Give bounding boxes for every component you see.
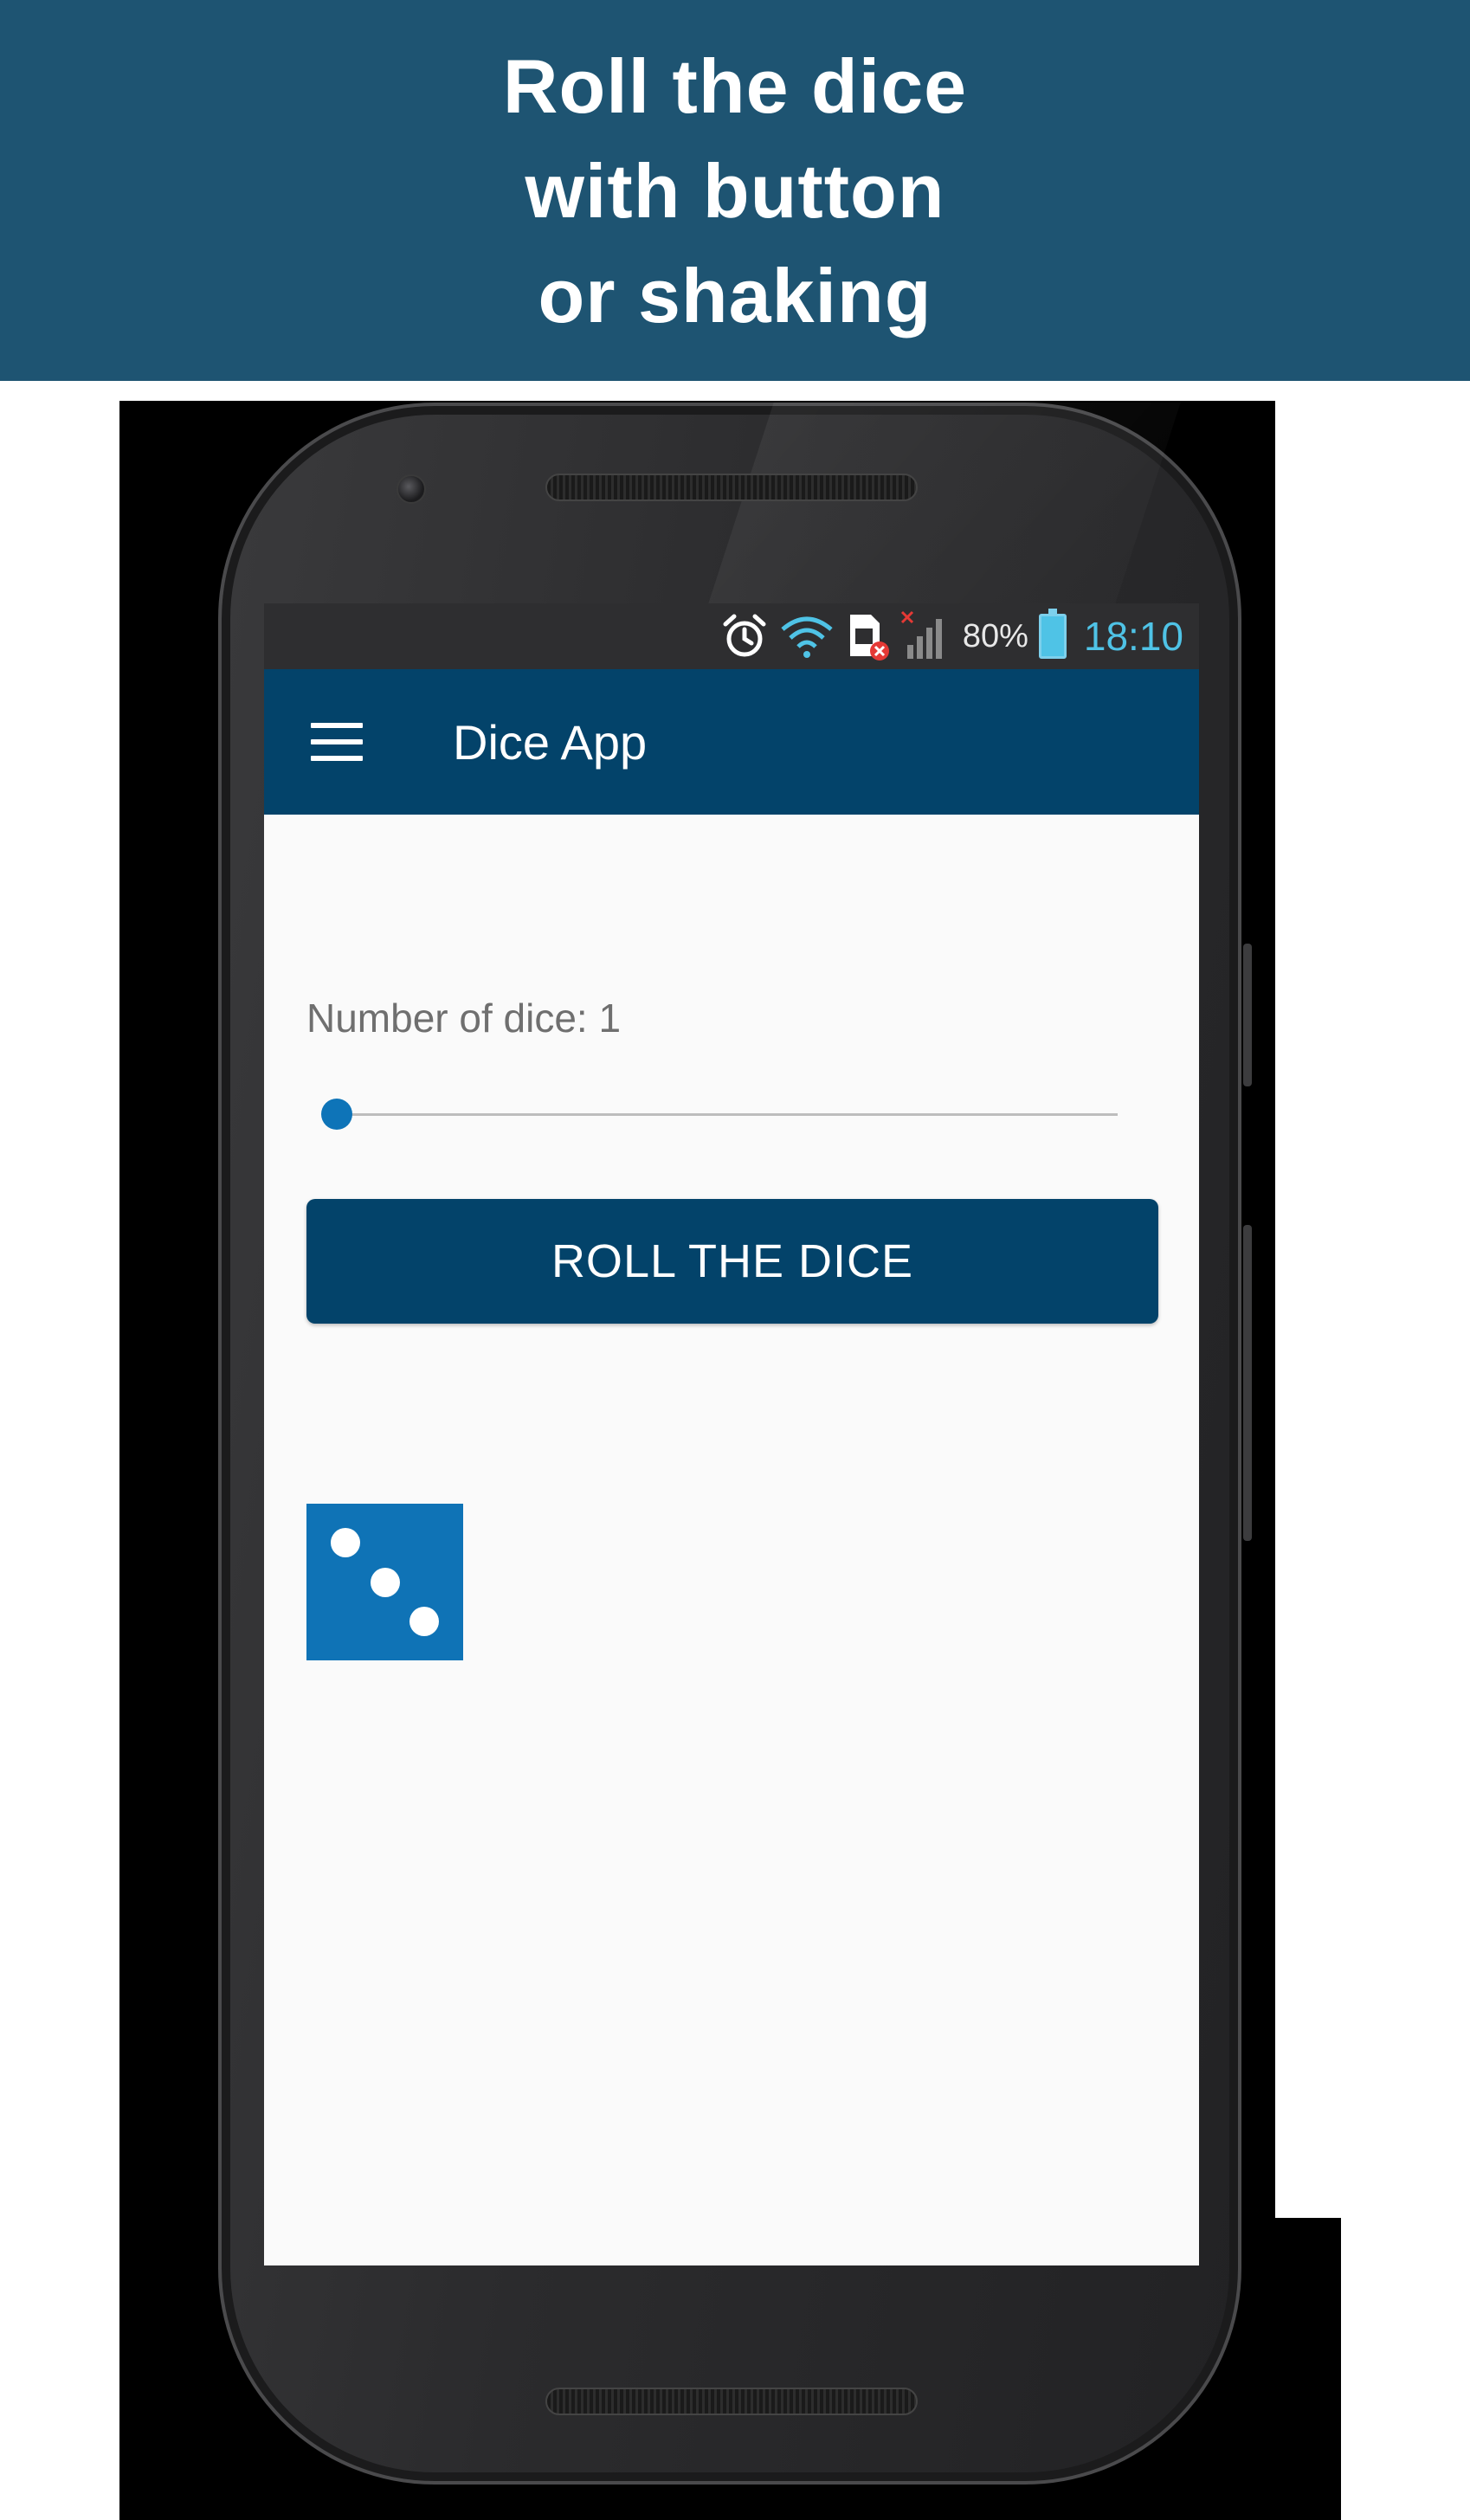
promo-line-1: Roll the dice: [502, 42, 968, 129]
roll-dice-button[interactable]: ROLL THE DICE: [306, 1199, 1158, 1324]
backdrop-offset: [1275, 2218, 1341, 2520]
earpiece-speaker: [545, 474, 918, 501]
slider-track[interactable]: [330, 1113, 1118, 1116]
alarm-icon: [720, 612, 769, 661]
hamburger-menu-icon[interactable]: [311, 723, 363, 761]
app-bar: Dice App: [264, 669, 1199, 815]
die-pip: [409, 1606, 439, 1636]
die-pip: [331, 1528, 361, 1558]
promo-line-3: or shaking: [538, 252, 932, 338]
volume-button: [1243, 944, 1252, 1086]
app-title: Dice App: [453, 714, 648, 770]
battery-icon: [1038, 609, 1067, 659]
promo-headline: Roll the dice with button or shaking: [503, 34, 967, 348]
status-time: 18:10: [1083, 614, 1183, 659]
wifi-icon: [779, 612, 835, 661]
promo-banner: Roll the dice with button or shaking: [0, 0, 1470, 381]
slider-thumb[interactable]: [321, 1099, 352, 1130]
number-of-dice-label: Number of dice: 1: [306, 996, 622, 1041]
sim-card-error-icon: [845, 611, 890, 661]
bottom-speaker: [545, 2388, 918, 2415]
battery-percent: 80%: [962, 617, 1028, 654]
front-camera: [397, 474, 426, 504]
die-pip: [370, 1567, 400, 1597]
promo-line-2: with button: [525, 147, 945, 234]
phone-screen: 80% 18:10 Dice App Number of dice: 1 ROL…: [264, 603, 1199, 2265]
die-face: [306, 1504, 463, 1660]
power-button: [1243, 1225, 1252, 1541]
status-bar: 80% 18:10: [264, 603, 1199, 669]
signal-no-service-icon: [900, 610, 952, 662]
dice-count-slider[interactable]: [321, 1088, 1118, 1140]
